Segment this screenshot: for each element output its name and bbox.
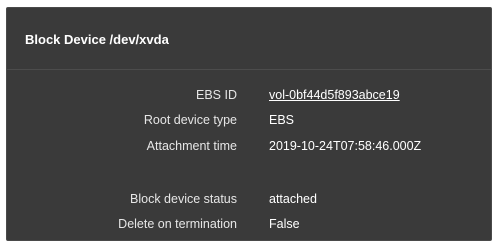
ebs-id-link[interactable]: vol-0bf44d5f893abce19 [269,86,469,105]
attachment-time-label: Attachment time [146,139,237,153]
block-device-status-label: Block device status [130,192,237,206]
panel-title: Block Device /dev/xvda [25,32,169,47]
attachment-time-value: 2019-10-24T07:58:46.000Z [269,139,422,153]
block-device-status-value: attached [269,192,317,206]
panel-header: Block Device /dev/xvda [7,8,491,70]
delete-on-termination-value: False [269,217,300,231]
ebs-id-label: EBS ID [196,88,237,102]
delete-on-termination-label: Delete on termination [118,217,237,231]
root-device-type-value: EBS [269,113,295,127]
root-device-type-label: Root device type [143,113,237,127]
block-device-panel: Block Device /dev/xvda EBS ID vol-0bf44d… [6,7,492,241]
